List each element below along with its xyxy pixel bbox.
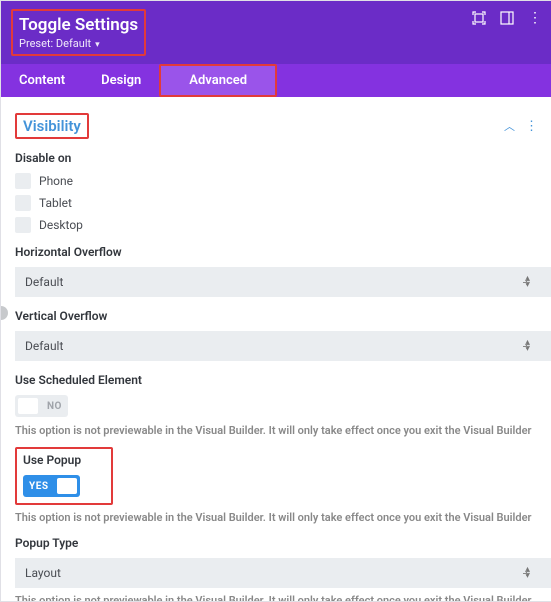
disable-phone-checkbox[interactable]: Phone	[15, 173, 538, 189]
scheduled-note: This option is not previewable in the Vi…	[15, 424, 538, 437]
expand-icon[interactable]	[472, 11, 486, 25]
popup-type-note: This option is not previewable in the Vi…	[15, 594, 538, 602]
toggle-knob	[57, 478, 77, 494]
panel-title: Toggle Settings	[19, 15, 138, 35]
toggle-knob	[18, 398, 38, 414]
select-caret-icon: ▴▾	[525, 276, 530, 288]
h-overflow-label: Horizontal Overflow	[15, 245, 538, 259]
tabs: Content Design Advanced	[1, 64, 551, 97]
v-overflow-select[interactable]: Default	[15, 331, 551, 361]
v-overflow-label: Vertical Overflow	[15, 309, 538, 323]
panel-header: Toggle Settings Preset: Default ⋮	[1, 1, 551, 64]
tab-content[interactable]: Content	[1, 64, 83, 97]
dock-icon[interactable]	[500, 11, 514, 25]
disable-desktop-checkbox[interactable]: Desktop	[15, 217, 538, 233]
disable-on-label: Disable on	[15, 151, 538, 165]
scheduled-toggle[interactable]: NO	[15, 395, 68, 417]
select-caret-icon: ▴▾	[525, 567, 530, 579]
collapse-icon[interactable]: ︿	[504, 118, 515, 134]
checkbox-icon	[15, 173, 31, 189]
tab-advanced[interactable]: Advanced	[159, 64, 277, 97]
checkbox-label: Phone	[39, 174, 73, 188]
select-caret-icon: ▴▾	[525, 340, 530, 352]
use-popup-note: This option is not previewable in the Vi…	[15, 511, 538, 524]
scheduled-label: Use Scheduled Element	[15, 373, 538, 387]
tab-design[interactable]: Design	[83, 64, 159, 97]
checkbox-label: Tablet	[39, 196, 72, 210]
section-title[interactable]: Visibility	[23, 117, 81, 135]
checkbox-icon	[15, 217, 31, 233]
popup-type-label: Popup Type	[15, 536, 538, 550]
section-menu-icon[interactable]: ⋮	[525, 119, 538, 134]
more-icon[interactable]: ⋮	[528, 11, 542, 25]
preset-selector[interactable]: Preset: Default	[19, 37, 138, 50]
checkbox-icon	[15, 195, 31, 211]
use-popup-toggle[interactable]: YES	[23, 475, 80, 497]
toggle-text: YES	[23, 481, 54, 492]
use-popup-label: Use Popup	[23, 453, 81, 467]
h-overflow-select[interactable]: Default	[15, 267, 551, 297]
checkbox-label: Desktop	[39, 218, 83, 232]
popup-type-select[interactable]: Layout	[15, 558, 551, 588]
disable-tablet-checkbox[interactable]: Tablet	[15, 195, 538, 211]
toggle-text: NO	[41, 401, 68, 412]
